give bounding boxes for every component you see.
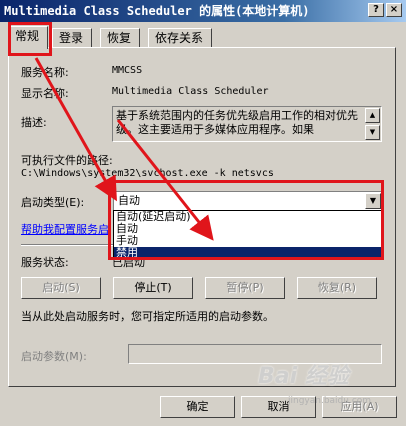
service-name-value: MMCSS bbox=[112, 65, 143, 76]
exe-path-label: 可执行文件的路径: bbox=[21, 154, 113, 167]
option-auto-delayed[interactable]: 自动(延迟启动) bbox=[114, 211, 382, 223]
service-name-label: 服务名称: bbox=[21, 66, 69, 79]
tab-dependencies[interactable]: 依存关系 bbox=[148, 28, 212, 48]
option-manual[interactable]: 手动 bbox=[114, 235, 382, 247]
properties-dialog: Multimedia Class Scheduler 的属性(本地计算机) ? … bbox=[0, 0, 406, 426]
exe-path-value: C:\Windows\system32\svchost.exe -k netsv… bbox=[21, 168, 274, 179]
startup-type-select[interactable]: 自动 ▼ bbox=[113, 191, 383, 211]
description-label: 描述: bbox=[21, 116, 47, 129]
stop-button[interactable]: 停止(T) bbox=[113, 277, 193, 299]
ok-button[interactable]: 确定 bbox=[160, 396, 235, 418]
start-button[interactable]: 启动(S) bbox=[21, 277, 101, 299]
pause-button[interactable]: 暂停(P) bbox=[205, 277, 285, 299]
start-params-input[interactable] bbox=[128, 344, 382, 364]
scroll-up-icon[interactable]: ▲ bbox=[365, 108, 380, 123]
window-title: Multimedia Class Scheduler 的属性(本地计算机) bbox=[4, 4, 310, 18]
help-button[interactable]: ? bbox=[368, 3, 384, 17]
description-box[interactable]: 基于系统范围内的任务优先级启用工作的相对优先级。这主要适用于多媒体应用程序。如果… bbox=[112, 106, 382, 142]
cancel-button[interactable]: 取消 bbox=[241, 396, 316, 418]
title-bar: Multimedia Class Scheduler 的属性(本地计算机) ? … bbox=[0, 0, 406, 22]
params-hint: 当从此处启动服务时，您可指定所适用的启动参数。 bbox=[21, 310, 274, 323]
display-name-label: 显示名称: bbox=[21, 87, 69, 100]
startup-type-dropdown: 自动(延迟启动) 自动 手动 禁用 bbox=[113, 210, 383, 260]
status-label: 服务状态: bbox=[21, 256, 69, 269]
description-text: 基于系统范围内的任务优先级启用工作的相对优先级。这主要适用于多媒体应用程序。如果 bbox=[116, 109, 358, 136]
general-panel: 服务名称: MMCSS 显示名称: Multimedia Class Sched… bbox=[8, 47, 396, 387]
params-label: 启动参数(M): bbox=[21, 350, 87, 363]
startup-type-value: 自动 bbox=[118, 194, 140, 207]
scroll-down-icon[interactable]: ▼ bbox=[365, 125, 380, 140]
apply-button[interactable]: 应用(A) bbox=[322, 396, 397, 418]
tab-logon[interactable]: 登录 bbox=[52, 28, 92, 48]
chevron-down-icon[interactable]: ▼ bbox=[365, 193, 381, 209]
resume-button[interactable]: 恢复(R) bbox=[297, 277, 377, 299]
startup-type-label: 启动类型(E): bbox=[21, 196, 85, 209]
close-button[interactable]: × bbox=[386, 3, 402, 17]
option-auto[interactable]: 自动 bbox=[114, 223, 382, 235]
help-configure-link[interactable]: 帮助我配置服务启 bbox=[21, 221, 109, 237]
tab-general[interactable]: 常规 bbox=[8, 26, 48, 49]
display-name-value: Multimedia Class Scheduler bbox=[112, 86, 269, 97]
tab-recovery[interactable]: 恢复 bbox=[100, 28, 140, 48]
option-disabled[interactable]: 禁用 bbox=[114, 247, 382, 259]
